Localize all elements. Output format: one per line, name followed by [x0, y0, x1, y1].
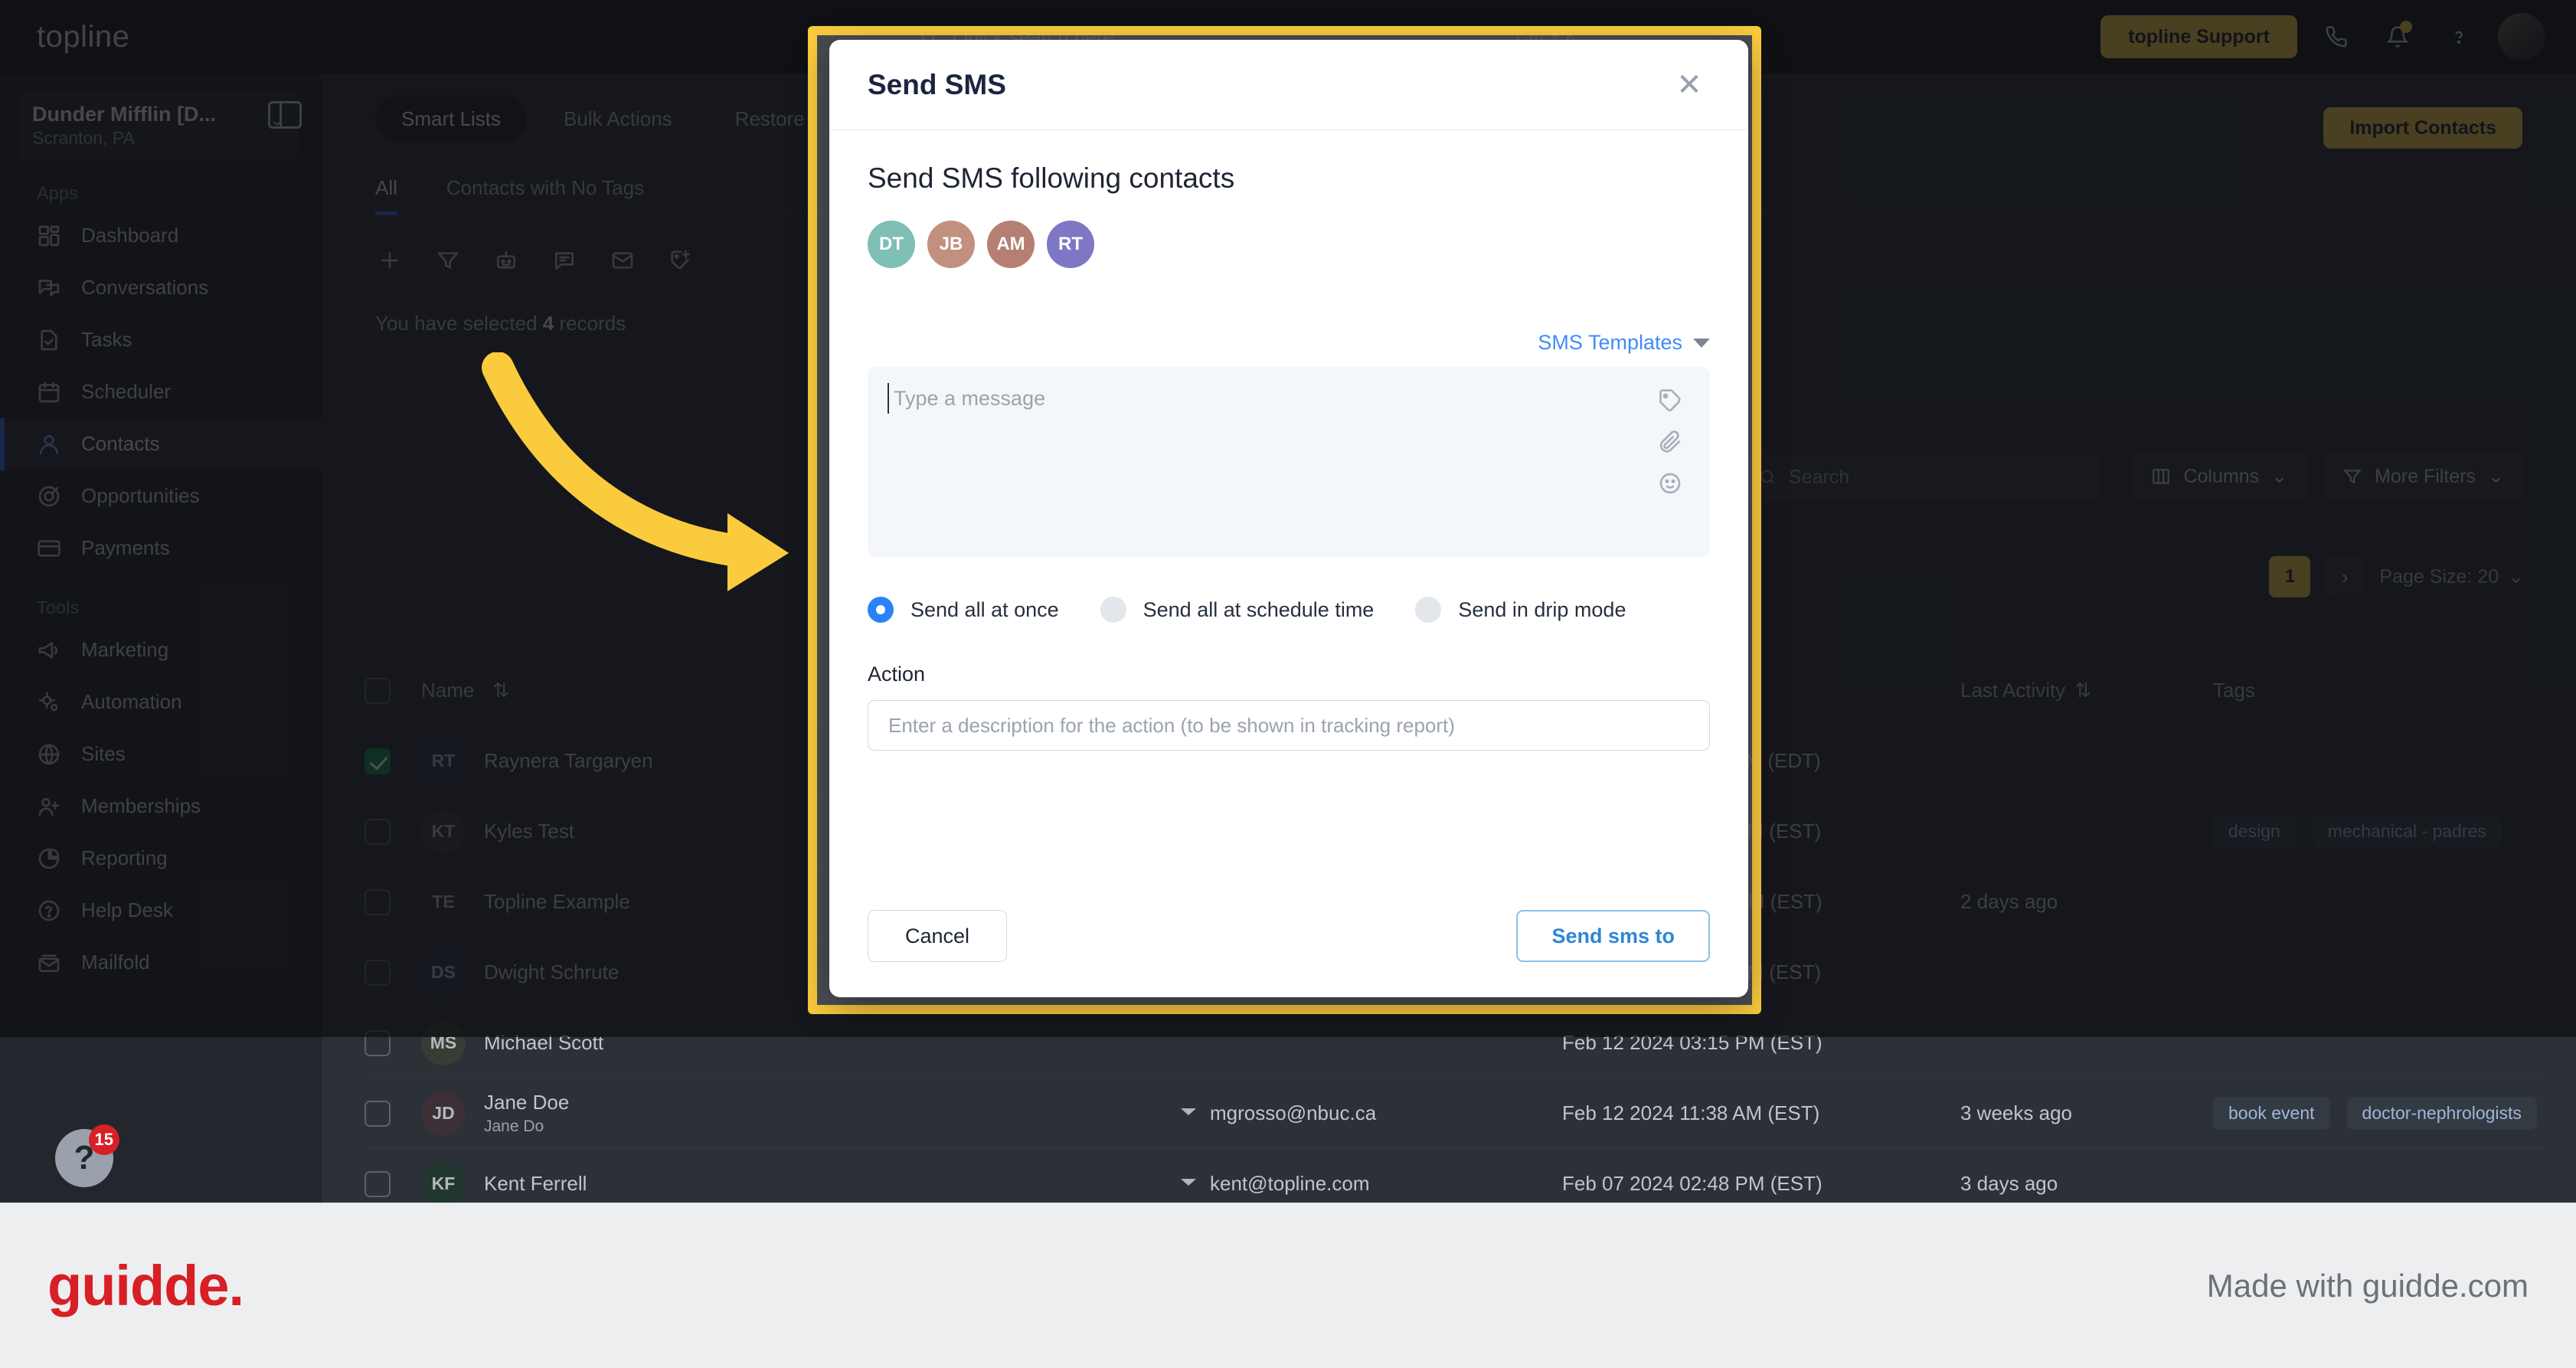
tag-pill[interactable]: book event — [2213, 1097, 2330, 1130]
sms-templates-label: SMS Templates — [1538, 331, 1682, 354]
radio-button — [1100, 597, 1126, 623]
modal-footer: Cancel Send sms to — [829, 910, 1748, 997]
sms-templates-row: SMS Templates — [868, 331, 1710, 355]
guidde-logo: guidde. — [47, 1254, 244, 1317]
send-sms-button[interactable]: Send sms to — [1516, 910, 1710, 962]
text-cursor — [888, 383, 889, 414]
recipient-avatar[interactable]: DT — [868, 221, 915, 268]
action-placeholder: Enter a description for the action (to b… — [888, 713, 1455, 737]
send-mode-option-send-all-at-schedule-time[interactable]: Send all at schedule time — [1100, 597, 1399, 623]
guidde-footer: guidde. Made with guidde.com — [0, 1203, 2576, 1368]
help-widget-button[interactable]: ? 15 — [55, 1124, 119, 1187]
tag-icon[interactable] — [1658, 388, 1682, 413]
recipient-avatar[interactable]: RT — [1047, 221, 1094, 268]
recipient-avatar[interactable]: AM — [987, 221, 1035, 268]
row-name-text: Jane Doe Jane Do — [484, 1091, 570, 1135]
chevron-down-icon — [1693, 338, 1710, 348]
tag-pill[interactable]: doctor-nephrologists — [2346, 1097, 2537, 1130]
checkbox-box — [364, 1100, 391, 1127]
action-input[interactable]: Enter a description for the action (to b… — [868, 700, 1710, 751]
message-tools — [1658, 388, 1682, 496]
row-email-cell: kent@topline.com — [1179, 1172, 1562, 1196]
row-email-cell: mgrosso@nbuc.ca — [1179, 1101, 1562, 1125]
send-mode-label: Send all at schedule time — [1143, 597, 1375, 621]
screen-root: topline Quick search here Ctrl + K topli… — [0, 0, 2576, 1368]
radio-button — [868, 597, 894, 623]
email-icon — [1181, 1108, 1196, 1115]
table-row[interactable]: JD Jane Doe Jane Do mgrosso@nbuc.ca Feb 12 2… — [364, 1078, 2545, 1149]
row-checkbox[interactable] — [364, 1170, 421, 1197]
row-name-subtext: Jane Do — [484, 1118, 544, 1135]
checkbox-box — [364, 1170, 391, 1197]
message-placeholder: Type a message — [888, 383, 1687, 414]
row-created-cell: Feb 07 2024 02:48 PM (EST) — [1562, 1172, 1822, 1195]
action-label: Action — [868, 663, 926, 686]
row-name-text: Kent Ferrell — [484, 1172, 587, 1195]
modal-header: Send SMS ✕ — [829, 40, 1748, 130]
row-created-cell: Feb 12 2024 11:38 AM (EST) — [1562, 1101, 1820, 1124]
modal-subtitle: Send SMS following contacts — [868, 162, 1235, 194]
avatar: JD — [421, 1091, 466, 1136]
send-mode-label: Send all at once — [910, 597, 1059, 621]
row-activity-cell: 3 days ago — [1960, 1172, 2058, 1195]
sms-templates-dropdown[interactable]: SMS Templates — [1538, 331, 1710, 355]
row-name-cell: KF Kent Ferrell — [421, 1161, 850, 1206]
row-activity-cell: 3 weeks ago — [1960, 1101, 2072, 1124]
send-mode-radio-group: Send all at once Send all at schedule tim… — [868, 597, 1710, 623]
help-widget-count: 15 — [88, 1124, 119, 1155]
cancel-button[interactable]: Cancel — [868, 910, 1008, 962]
modal-title: Send SMS — [868, 68, 1006, 100]
row-name-cell: JD Jane Doe Jane Do — [421, 1091, 850, 1136]
radio-button — [1415, 597, 1442, 623]
send-mode-label: Send in drip mode — [1458, 597, 1626, 621]
row-checkbox[interactable] — [364, 1100, 421, 1127]
close-icon[interactable]: ✕ — [1669, 64, 1710, 106]
email-icon — [1181, 1178, 1196, 1186]
send-sms-modal: Send SMS ✕ Send SMS following contacts D… — [829, 40, 1748, 997]
avatar: KF — [421, 1161, 466, 1206]
modal-body: Send SMS following contacts DT JB AM RT SMS… — [829, 130, 1748, 869]
row-tags-cell: book event doctor-nephrologists — [2213, 1097, 2545, 1130]
emoji-icon[interactable] — [1658, 471, 1682, 496]
send-mode-option-send-in-drip-mode[interactable]: Send in drip mode — [1415, 597, 1650, 623]
recipient-avatar[interactable]: JB — [927, 221, 975, 268]
send-mode-option-send-all-at-once[interactable]: Send all at once — [868, 597, 1084, 623]
recipient-avatars: DT JB AM RT — [868, 221, 1710, 268]
paperclip-icon[interactable] — [1658, 430, 1682, 454]
message-textarea[interactable]: Type a message — [868, 367, 1710, 557]
made-with-guidde: Made with guidde.com — [2206, 1267, 2529, 1304]
